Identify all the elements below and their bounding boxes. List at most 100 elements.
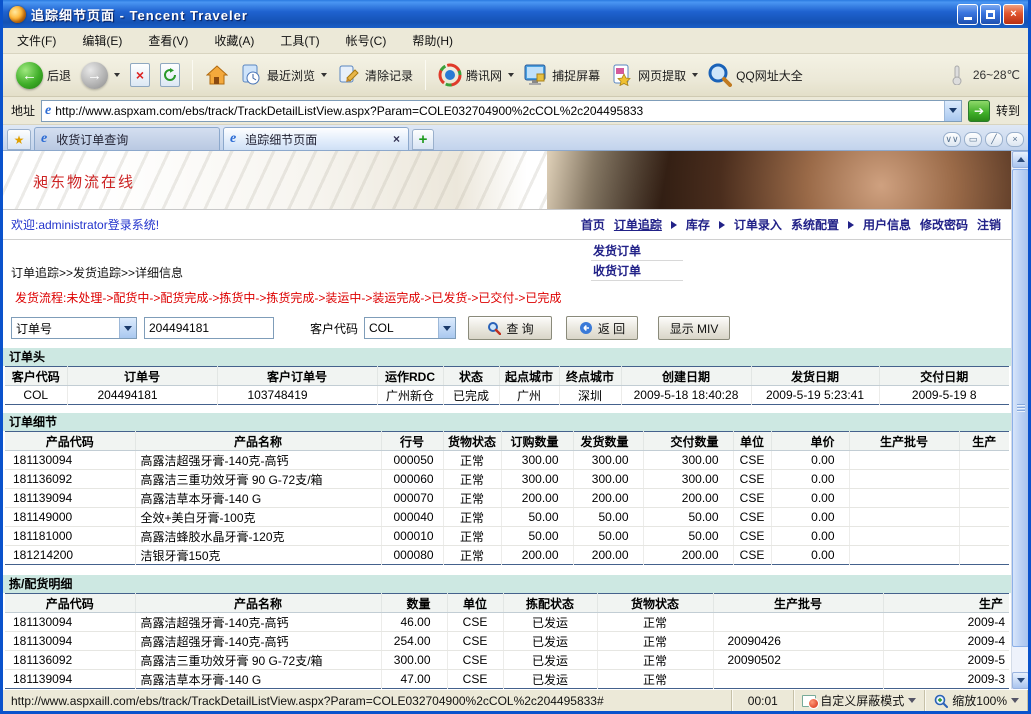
restore-tab-button[interactable]: ▭ (964, 132, 982, 147)
favorites-button[interactable]: ★ (7, 129, 31, 150)
stop-button[interactable]: × (125, 61, 155, 89)
select-arrow-icon[interactable] (438, 318, 455, 338)
column-header: 终点城市 (559, 367, 621, 386)
back-button[interactable]: ← 后退 (11, 60, 76, 91)
capture-screen-button[interactable]: 捕捉屏幕 (519, 61, 605, 89)
table-cell: 200.00 (573, 546, 643, 565)
menu-item-2[interactable]: 查看(V) (148, 32, 188, 49)
forward-icon: → (81, 62, 108, 89)
table-row: 181139094高露洁草本牙膏-140 G47.00CSE已发运正常2009-… (5, 670, 1009, 689)
select-arrow-icon[interactable] (119, 318, 136, 338)
order-number-input[interactable] (144, 317, 274, 339)
forward-dropdown-icon[interactable] (114, 73, 120, 77)
table-cell: 20090426 (713, 632, 883, 651)
address-url[interactable]: http://www.aspxam.com/ebs/track/TrackDet… (55, 104, 944, 118)
table-cell: 20090502 (713, 651, 883, 670)
nav-item-3[interactable]: 订单录入 (734, 216, 782, 233)
menu-item-6[interactable]: 帮助(H) (412, 32, 453, 49)
column-header: 发货日期 (751, 367, 879, 386)
table-cell: 000060 (381, 470, 443, 489)
section-order-header: 订单头 (3, 348, 1011, 366)
menu-item-0[interactable]: 文件(F) (17, 32, 56, 49)
table-cell: 300.00 (573, 451, 643, 470)
table-cell (959, 508, 1009, 527)
table-cell: CSE (733, 489, 771, 508)
nav-item-4[interactable]: 系统配置 (791, 216, 839, 233)
column-header: 行号 (381, 432, 443, 451)
scroll-down-button[interactable] (1012, 672, 1028, 689)
nav-arrow-icon (671, 221, 677, 229)
address-dropdown-button[interactable] (944, 101, 961, 121)
weather-label: 26~28℃ (973, 68, 1020, 82)
close-button[interactable]: × (1003, 4, 1024, 25)
stop-icon: × (130, 63, 150, 87)
qq-sites-button[interactable]: QQ网址大全 (703, 61, 808, 89)
nav-item-2[interactable]: 库存 (686, 216, 710, 233)
nav-item-7[interactable]: 注销 (977, 216, 1001, 233)
show-miv-button[interactable]: 显示 MIV (658, 316, 730, 340)
app-icon (9, 6, 26, 23)
weather-widget[interactable]: 26~28℃ (945, 63, 1020, 87)
zoom-control[interactable]: 缩放100% (925, 690, 1028, 711)
tab-0[interactable]: e收货订单查询 (34, 127, 220, 150)
menu-item-5[interactable]: 帐号(C) (346, 32, 387, 49)
nav-item-6[interactable]: 修改密码 (920, 216, 968, 233)
table-cell: 254.00 (381, 632, 447, 651)
pin-button[interactable]: ╱ (985, 132, 1003, 147)
qq-dropdown-icon[interactable] (508, 73, 514, 77)
table-cell: 0.00 (771, 508, 849, 527)
block-mode-control[interactable]: 自定义屏蔽模式 (794, 690, 925, 711)
menu-item-3[interactable]: 收藏(A) (214, 32, 254, 49)
menu-item-1[interactable]: 编辑(E) (82, 32, 122, 49)
customer-code-select[interactable]: COL (364, 317, 456, 339)
table-cell: 181130094 (5, 451, 135, 470)
tab-list-button[interactable]: ∨∨ (943, 132, 961, 147)
extract-dropdown-icon[interactable] (692, 73, 698, 77)
table-cell (959, 451, 1009, 470)
table-row: 181139094高露洁草本牙膏-140 G000070正常200.00200.… (5, 489, 1009, 508)
refresh-button[interactable] (155, 61, 185, 89)
new-tab-button[interactable]: + (412, 129, 434, 150)
home-icon (205, 63, 229, 87)
menu-item-4[interactable]: 工具(T) (280, 32, 319, 49)
vertical-scrollbar[interactable] (1011, 151, 1028, 689)
table-cell: CSE (733, 451, 771, 470)
clear-history-button[interactable]: 清除记录 (332, 61, 418, 89)
qq-site-button[interactable]: 腾讯网 (433, 61, 519, 89)
column-header: 数量 (381, 594, 447, 613)
close-tab-bar-button[interactable]: × (1006, 132, 1024, 147)
go-button[interactable]: ➔ (968, 100, 990, 122)
tab-close-icon[interactable]: × (391, 132, 402, 146)
table-cell (849, 489, 959, 508)
table-cell (959, 527, 1009, 546)
minimize-button[interactable] (957, 4, 978, 25)
nav-item-1[interactable]: 订单追踪 (614, 216, 662, 233)
table-cell: 000050 (381, 451, 443, 470)
table-cell: 全效+美白牙膏-100克 (135, 508, 381, 527)
table-cell: 46.00 (381, 613, 447, 632)
column-header: 生产批号 (713, 594, 883, 613)
tab-1[interactable]: e追踪细节页面× (223, 127, 409, 150)
home-button[interactable] (200, 61, 234, 89)
nav-item-5[interactable]: 用户信息 (863, 216, 911, 233)
address-field[interactable]: e http://www.aspxam.com/ebs/track/TrackD… (41, 100, 962, 122)
recent-button[interactable]: 最近浏览 (234, 61, 332, 89)
recent-dropdown-icon[interactable] (321, 73, 327, 77)
search-type-select[interactable]: 订单号 (11, 317, 137, 339)
nav-item-0[interactable]: 首页 (581, 216, 605, 233)
return-button[interactable]: 返 回 (566, 316, 638, 340)
block-mode-dropdown-icon[interactable] (908, 698, 916, 703)
submenu-item-0[interactable]: 发货订单 (591, 241, 683, 261)
query-button[interactable]: 查 询 (468, 316, 552, 340)
page-extract-button[interactable]: 网页提取 (605, 61, 703, 89)
maximize-button[interactable] (980, 4, 1001, 25)
table-cell: 高露洁草本牙膏-140 G (135, 670, 381, 689)
tab-label: 收货订单查询 (56, 131, 213, 148)
column-header: 订购数量 (501, 432, 573, 451)
forward-button[interactable]: → (76, 60, 125, 91)
scrollbar-thumb[interactable] (1012, 169, 1028, 647)
table-cell: 高露洁超强牙膏-140克-高钙 (135, 632, 381, 651)
submenu-item-1[interactable]: 收货订单 (591, 261, 683, 281)
zoom-dropdown-icon[interactable] (1011, 698, 1019, 703)
scroll-up-button[interactable] (1012, 151, 1028, 168)
